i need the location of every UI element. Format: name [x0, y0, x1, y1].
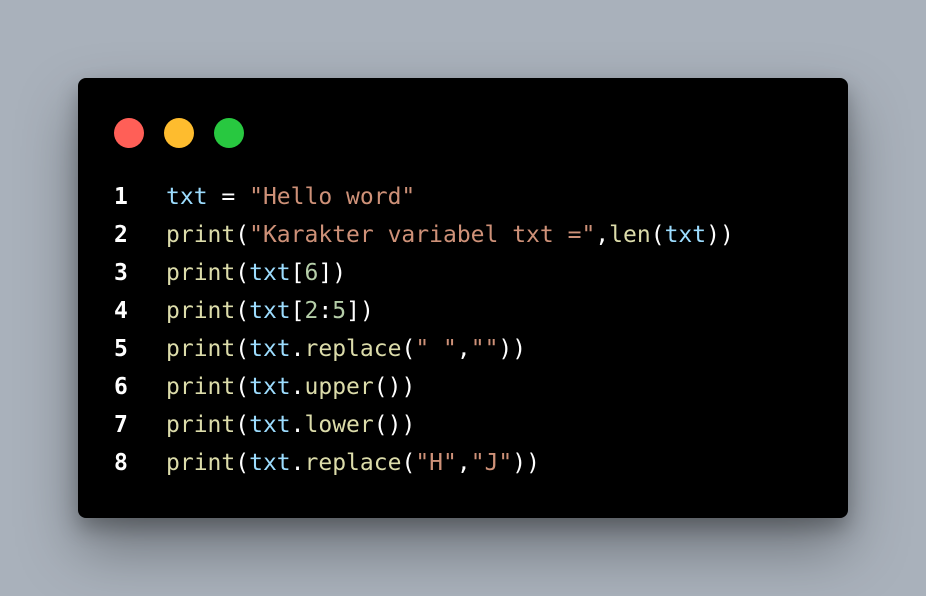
code-token: [ [290, 298, 305, 324]
code-token: 2 [304, 298, 319, 324]
code-token: . [290, 374, 305, 400]
code-window: 1 txt = "Hello word" 2 print("Karakter vari… [78, 78, 848, 518]
code-token: txt [249, 412, 291, 438]
code-token: "Karakter variabel txt =" [249, 222, 596, 248]
code-line: 2 print("Karakter variabel txt =",len(txt… [78, 216, 848, 254]
close-button[interactable] [114, 118, 144, 148]
line-number: 6 [114, 374, 128, 400]
code-token: ( [235, 450, 250, 476]
code-token: )) [706, 222, 734, 248]
code-token: , [456, 450, 471, 476]
code-token: ]) [346, 298, 374, 324]
code-token: txt [166, 184, 208, 210]
line-content: print(txt.upper()) [166, 368, 415, 406]
code-token: print [166, 336, 236, 362]
code-token: "H" [415, 450, 457, 476]
code-token: print [166, 450, 236, 476]
code-token: 5 [332, 298, 347, 324]
line-number: 4 [114, 298, 128, 324]
code-line: 8 print(txt.replace("H","J")) [78, 444, 848, 482]
code-token: . [290, 450, 305, 476]
code-token: ( [235, 222, 250, 248]
code-token: lower [304, 412, 374, 438]
code-line: 1 txt = "Hello word" [78, 178, 848, 216]
code-token: = [207, 184, 250, 210]
line-content: print(txt.replace(" ","")) [166, 330, 526, 368]
maximize-button[interactable] [214, 118, 244, 148]
code-token: ( [401, 450, 416, 476]
code-token: print [166, 298, 236, 324]
code-token: ( [235, 298, 250, 324]
line-content: print(txt[2:5]) [166, 292, 374, 330]
code-token: ( [401, 336, 416, 362]
code-token: ( [650, 222, 665, 248]
code-token: txt [249, 298, 291, 324]
code-token: print [166, 260, 236, 286]
line-content: print(txt[6]) [166, 254, 346, 292]
code-token: print [166, 412, 236, 438]
code-token: ]) [318, 260, 347, 286]
line-content: print(txt.replace("H","J")) [166, 444, 540, 482]
code-token: ( [235, 336, 250, 362]
code-line: 4 print(txt[2:5]) [78, 292, 848, 330]
code-token: ( [235, 374, 250, 400]
line-content: print("Karakter variabel txt =",len(txt)… [166, 216, 734, 254]
code-token: print [166, 222, 236, 248]
code-token: txt [249, 450, 291, 476]
minimize-button[interactable] [164, 118, 194, 148]
line-number: 1 [114, 184, 128, 210]
line-content: txt = "Hello word" [166, 178, 415, 216]
code-token: txt [249, 336, 291, 362]
code-token: replace [304, 450, 402, 476]
code-token: " " [415, 336, 457, 362]
code-token: )) [498, 336, 527, 362]
code-line: 5 print(txt.replace(" ","")) [78, 330, 848, 368]
line-number: 3 [114, 260, 128, 286]
code-token: ()) [373, 374, 416, 400]
line-number: 8 [114, 450, 128, 476]
code-token: . [290, 336, 305, 362]
code-line: 6 print(txt.upper()) [78, 368, 848, 406]
code-token: , [456, 336, 471, 362]
code-token: . [290, 412, 305, 438]
code-token: "Hello word" [249, 184, 416, 210]
code-block: 1 txt = "Hello word" 2 print("Karakter vari… [78, 178, 848, 482]
code-token: upper [304, 374, 374, 400]
code-token: "J" [470, 450, 513, 476]
code-token: 6 [304, 260, 319, 286]
code-token: txt [249, 260, 291, 286]
line-number: 2 [114, 222, 128, 248]
code-token: )) [512, 450, 540, 476]
line-content: print(txt.lower()) [166, 406, 415, 444]
code-token: ()) [373, 412, 416, 438]
line-number: 7 [114, 412, 128, 438]
code-token: txt [249, 374, 291, 400]
code-token: ( [235, 412, 250, 438]
code-token: len [609, 222, 651, 248]
line-number: 5 [114, 336, 128, 362]
code-token: "" [470, 336, 499, 362]
code-token: : [318, 298, 333, 324]
code-line: 3 print(txt[6]) [78, 254, 848, 292]
code-token: replace [304, 336, 402, 362]
code-line: 7 print(txt.lower()) [78, 406, 848, 444]
code-token: txt [664, 222, 707, 248]
code-token: , [595, 222, 610, 248]
code-token: ( [235, 260, 250, 286]
code-token: [ [290, 260, 305, 286]
code-token: print [166, 374, 236, 400]
